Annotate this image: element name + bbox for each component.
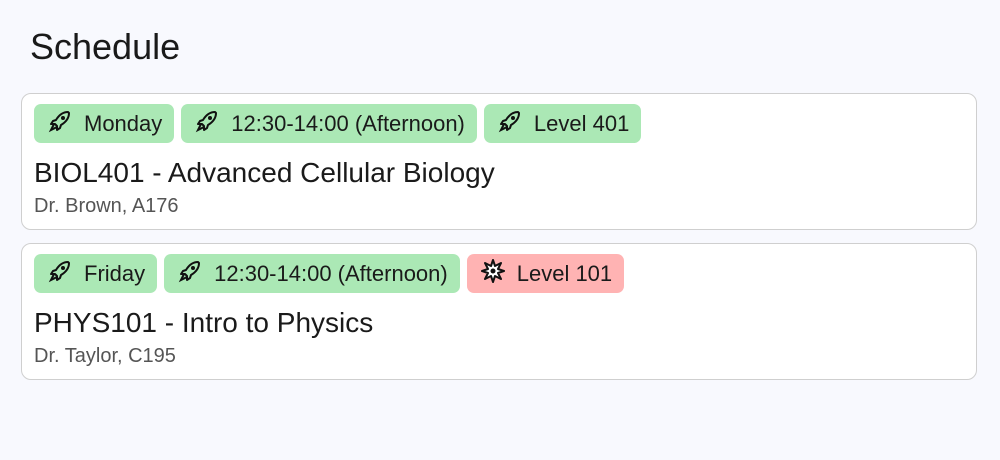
rocket-icon	[48, 259, 72, 289]
badge-list: Monday 12:30-14:00 (Afternoon) Level 401	[34, 104, 642, 143]
course-title: PHYS101 - Intro to Physics	[34, 307, 374, 338]
rocket-icon	[195, 109, 219, 139]
course-instructor-room: Dr. Brown, A176	[34, 195, 179, 217]
badge-label: Level 401	[533, 110, 630, 136]
course-title: BIOL401 - Advanced Cellular Biology	[34, 157, 495, 188]
badge-label: 12:30-14:00 (Afternoon)	[231, 110, 465, 136]
badge: Monday	[34, 104, 175, 143]
course-instructor-room: Dr. Taylor, C195	[34, 345, 176, 367]
rocket-icon	[48, 109, 72, 139]
badge-label: Level 101	[516, 260, 613, 286]
badge: 12:30-14:00 (Afternoon)	[181, 104, 477, 143]
badge-label: Monday	[84, 110, 163, 136]
badge: Level 101	[466, 254, 625, 293]
course-card[interactable]: Monday 12:30-14:00 (Afternoon) Level 401 BI…	[21, 93, 977, 230]
rocket-icon	[498, 109, 522, 139]
rocket-icon	[178, 259, 202, 289]
badge: 12:30-14:00 (Afternoon)	[164, 254, 460, 293]
badge-label: 12:30-14:00 (Afternoon)	[214, 260, 448, 286]
badge-list: Friday 12:30-14:00 (Afternoon) Level 101	[34, 254, 625, 293]
course-card[interactable]: Friday 12:30-14:00 (Afternoon) Level 101 PH…	[21, 243, 977, 380]
badge: Friday	[34, 254, 158, 293]
badge-label: Friday	[84, 260, 146, 286]
collision-icon	[480, 258, 505, 289]
badge: Level 401	[483, 104, 642, 143]
page-title: Schedule	[30, 26, 181, 67]
